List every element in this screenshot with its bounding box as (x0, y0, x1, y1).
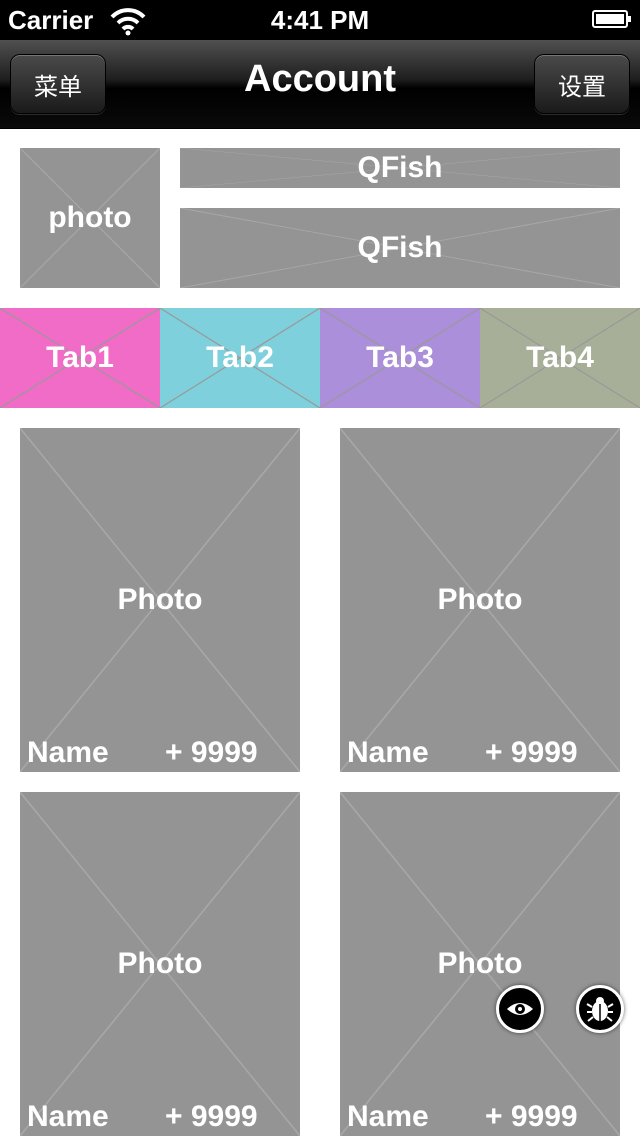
card-name: Name (347, 1100, 429, 1133)
tab-1-label: Tab1 (46, 341, 114, 374)
grid-card[interactable]: Photo Name + 9999 (340, 792, 620, 1136)
profile-subtitle-label: QFish (357, 231, 443, 264)
grid-card[interactable]: Photo Name + 9999 (20, 792, 300, 1136)
card-name: Name (27, 1100, 109, 1133)
profile-subtitle: QFish (180, 208, 620, 288)
card-photo-label: Photo (117, 947, 203, 980)
eye-icon (507, 1003, 533, 1015)
tab-2[interactable]: Tab2 (160, 308, 320, 408)
grid-card[interactable]: Photo Name + 9999 (340, 428, 620, 772)
tab-3-label: Tab3 (366, 341, 434, 374)
status-time: 4:41 PM (270, 5, 370, 35)
tab-4[interactable]: Tab4 (480, 308, 640, 408)
grid-card[interactable]: Photo Name + 9999 (20, 428, 300, 772)
tab-1[interactable]: Tab1 (0, 308, 160, 408)
bug-icon (586, 997, 614, 1022)
card-photo-label: Photo (437, 947, 523, 980)
tab-2-label: Tab2 (206, 341, 274, 374)
settings-button[interactable]: 设置 (534, 54, 630, 114)
navigation-bar: 菜单 Account 设置 (0, 40, 640, 129)
card-name: Name (27, 736, 109, 769)
profile-photo-label: photo (48, 201, 132, 234)
bug-button[interactable] (576, 985, 624, 1033)
tab-4-label: Tab4 (526, 341, 594, 374)
profile-name-label: QFish (357, 151, 443, 184)
card-count: + 9999 (165, 1100, 258, 1133)
card-photo-label: Photo (117, 583, 203, 616)
profile-photo[interactable]: photo (20, 148, 160, 288)
eye-button[interactable] (496, 985, 544, 1033)
card-photo-label: Photo (437, 583, 523, 616)
card-count: + 9999 (485, 736, 578, 769)
profile-name: QFish (180, 148, 620, 188)
tab-3[interactable]: Tab3 (320, 308, 480, 408)
status-bar: Carrier 4:41 PM (0, 0, 640, 40)
card-count: + 9999 (485, 1100, 578, 1133)
card-name: Name (347, 736, 429, 769)
card-count: + 9999 (165, 736, 258, 769)
battery-icon (592, 10, 631, 28)
